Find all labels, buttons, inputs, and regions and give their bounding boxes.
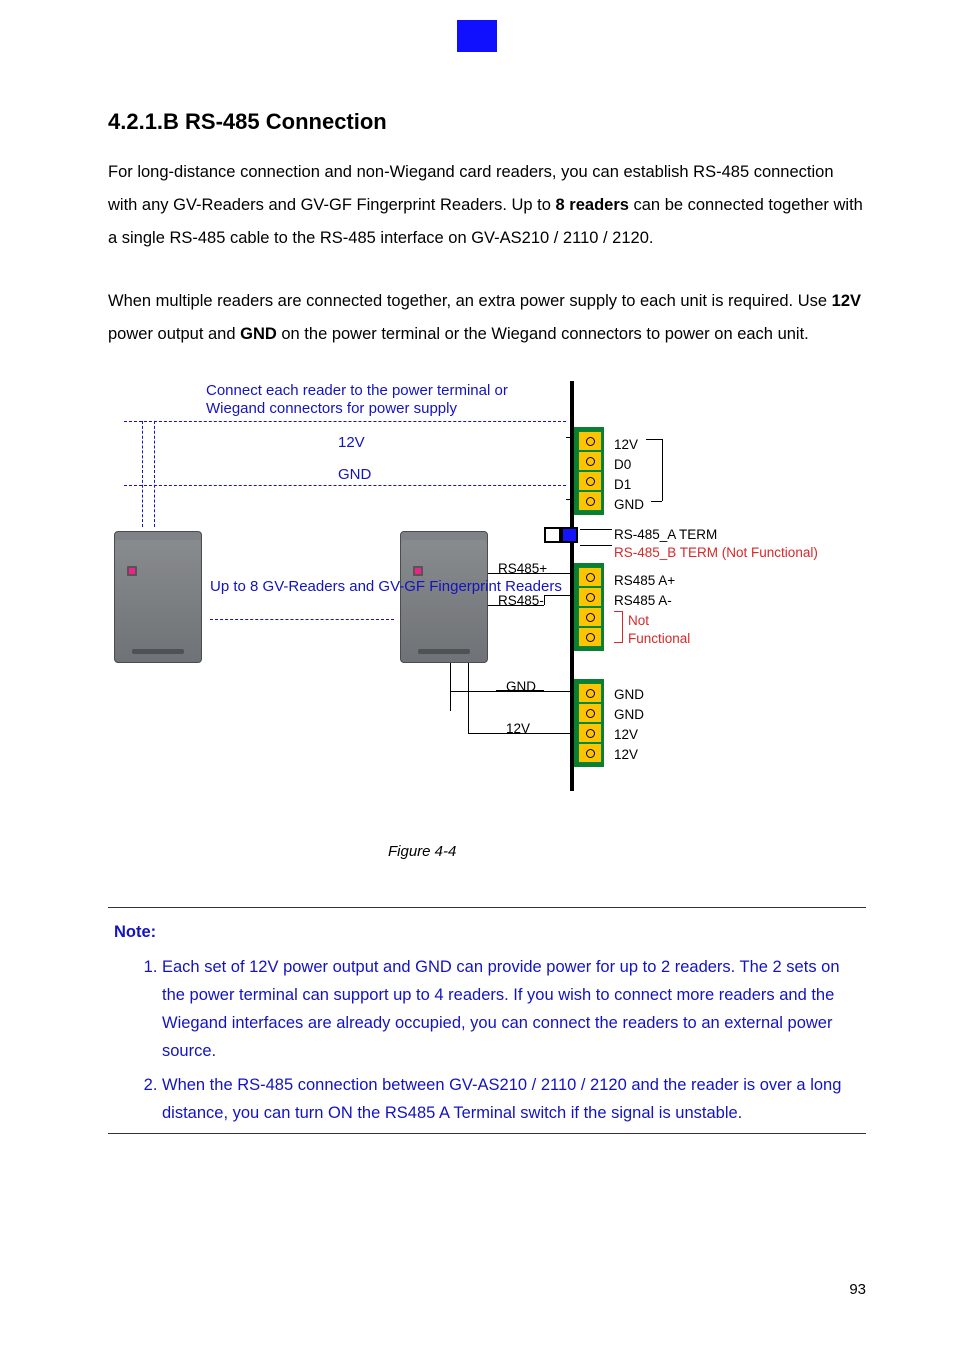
p2-a: When multiple readers are connected toge… — [108, 292, 832, 310]
sig-rs485p: RS485+ — [498, 555, 547, 582]
notes-block: Note: Each set of 12V power output and G… — [108, 916, 866, 1133]
rs485-nf2: Functional — [628, 625, 690, 652]
lane-gnd: GND — [338, 465, 371, 485]
wiring-diagram: Connect each reader to the power termina… — [98, 381, 858, 811]
p2-b2: GND — [240, 325, 277, 343]
p1-bold: 8 readers — [556, 196, 629, 214]
notes-lead: Note: — [114, 923, 156, 941]
diag-header-2: Wiegand connectors for power supply — [206, 399, 457, 419]
paragraph-1: For long-distance connection and non-Wie… — [108, 156, 866, 255]
wiegand-gnd: GND — [614, 491, 644, 518]
pwr-12v2: 12V — [614, 741, 638, 768]
p2-b1: 12V — [832, 292, 861, 310]
paragraph-2: When multiple readers are connected toge… — [108, 285, 866, 351]
notes-rule-bottom — [108, 1133, 866, 1134]
sig-rs485m: RS485- — [498, 587, 544, 614]
sig-gnd: GND — [506, 673, 536, 700]
notes-rule-top — [108, 907, 866, 908]
rs485-switch — [544, 527, 578, 543]
sw-b-label: RS-485_B TERM (Not Functional) — [614, 539, 818, 566]
section-title: 4.2.1.B RS-485 Connection — [108, 100, 866, 144]
lane-12v: 12V — [338, 433, 365, 453]
p2-d: on the power terminal or the Wiegand con… — [277, 325, 809, 343]
diag-header-1: Connect each reader to the power termina… — [206, 381, 508, 401]
reader-device-1 — [114, 531, 202, 663]
chapter-tab — [457, 20, 497, 52]
page-number: 93 — [849, 1281, 866, 1298]
note-1: Each set of 12V power output and GND can… — [162, 953, 866, 1071]
note-2: When the RS-485 connection between GV-AS… — [162, 1071, 866, 1133]
figure-caption: Figure 4-4 — [388, 837, 866, 867]
sig-12v: 12V — [506, 715, 530, 742]
p2-c: power output and — [108, 325, 240, 343]
